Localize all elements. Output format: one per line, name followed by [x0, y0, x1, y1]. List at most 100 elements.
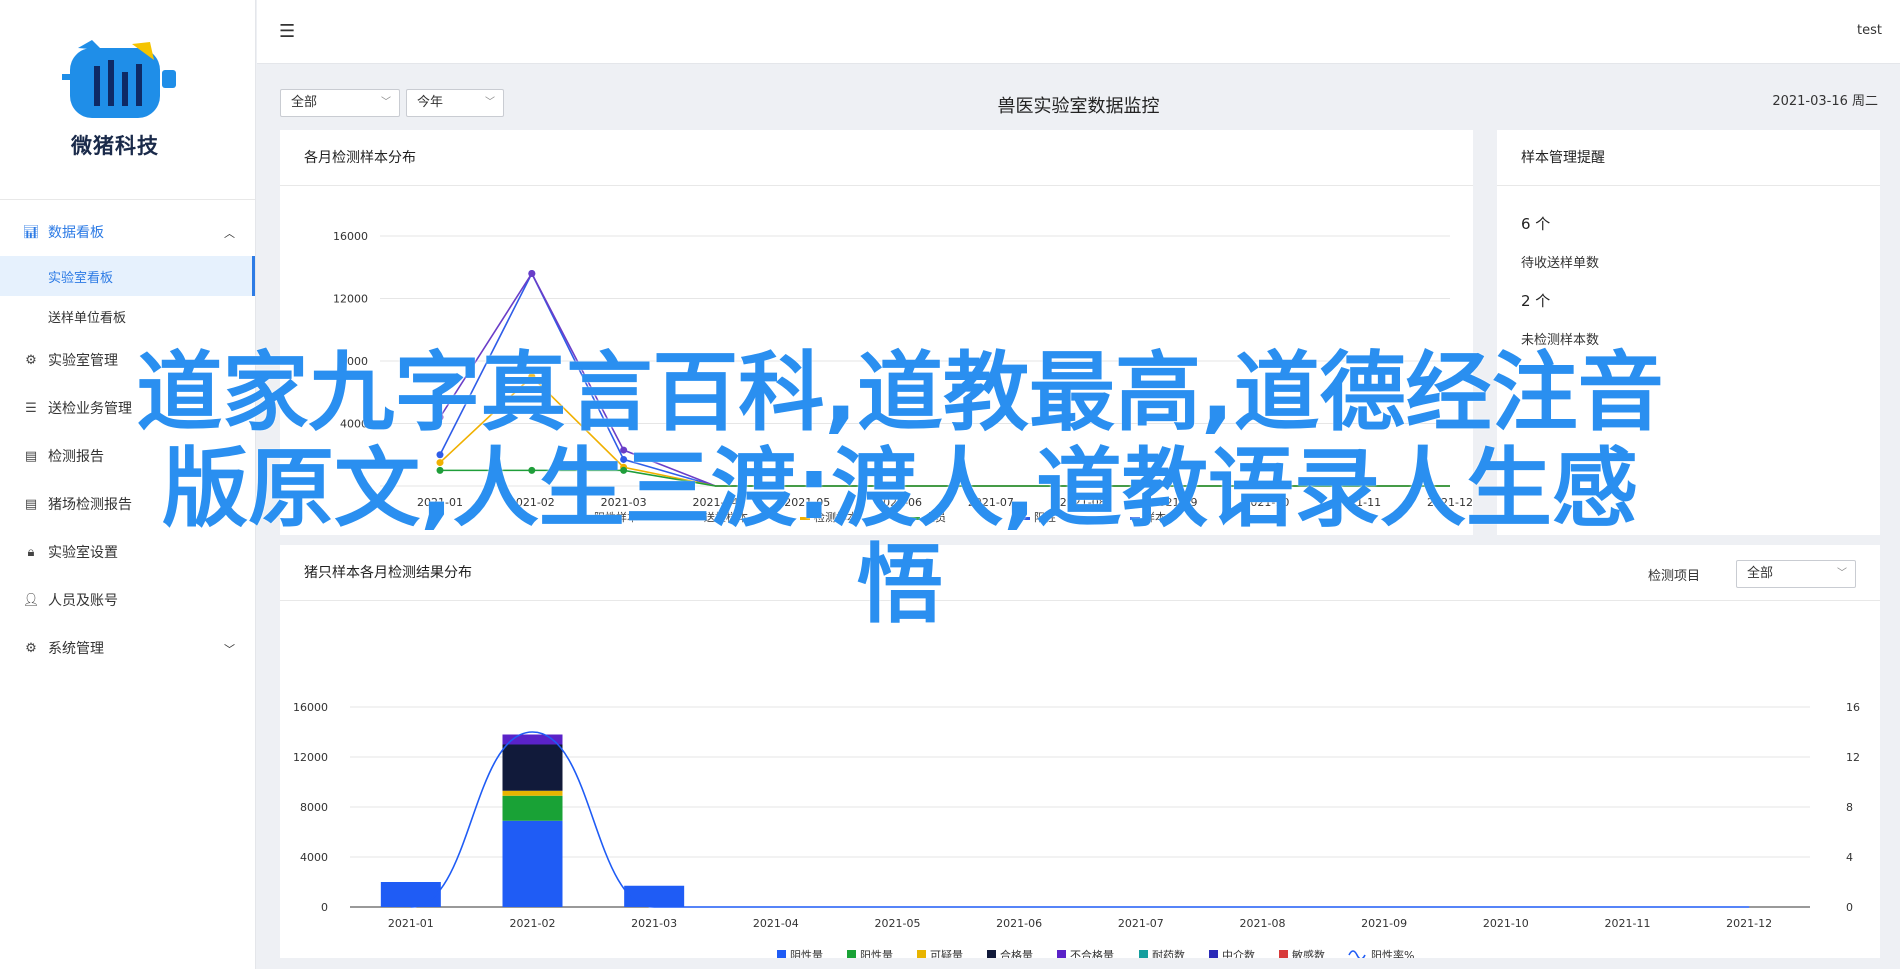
monthly-sample-panel: 各月检测样本分布 0 4000 8000 12000 16000 2021-01 2021-… — [280, 130, 1473, 535]
menu-farm-report[interactable]: ▤ 猪场检测报告 ﹀ — [0, 480, 255, 528]
legend-label: 阳性样本 — [594, 510, 638, 524]
menu-label: 系统管理 — [48, 641, 104, 657]
test-item-label: 检测项目 — [1647, 569, 1700, 584]
data-point — [528, 270, 536, 277]
x-tick-label: 2021-10 — [1243, 496, 1289, 509]
legend-label: 合格量 — [1000, 948, 1033, 958]
pending-orders-count: 6 个 — [1521, 215, 1551, 233]
legend-swatch — [580, 517, 590, 520]
legend-swatch — [1279, 950, 1288, 959]
data-point — [436, 459, 444, 467]
y-tick-label: 12000 — [293, 751, 328, 764]
untested-samples-label: 未检测样本数 — [1521, 333, 1600, 348]
menu-label: 数据看板 — [48, 225, 104, 241]
data-point — [436, 451, 444, 459]
chevron-down-icon: ﹀ — [1837, 568, 1847, 579]
panel-title: 猪只样本各月检测结果分布 — [280, 545, 1880, 601]
legend-swatch — [917, 950, 926, 959]
x-tick-label: 2021-09 — [1152, 496, 1198, 509]
menu-test-report[interactable]: ▤ 检测报告 — [0, 432, 255, 480]
x-tick-label: 2021-05 — [784, 496, 830, 509]
x-tick-label: 2021-01 — [417, 496, 463, 509]
legend-label: 检测样本 — [814, 510, 858, 524]
menu-label: 人员及账号 — [48, 593, 118, 609]
chart-icon: 📊︎ — [22, 224, 40, 240]
x-tick-label: 2021-08 — [1060, 496, 1106, 509]
data-point — [528, 466, 536, 474]
user-name[interactable]: test — [1857, 23, 1882, 38]
x-tick-label: 2021-02 — [510, 917, 556, 930]
legend-label: 样本 — [1144, 510, 1166, 524]
series-line — [440, 469, 1450, 487]
page-date: 2021-03-16 周二 — [1772, 94, 1878, 109]
sidebar-item-lab-board[interactable]: 实验室看板 — [0, 256, 255, 296]
legend-label: 人员 — [924, 511, 946, 524]
x-tick-label: 2021-01 — [388, 917, 434, 930]
monthly-sample-line-chart: 0 4000 8000 12000 16000 2021-01 2021-02 2021-03… — [333, 230, 1473, 524]
gear-icon: ⚙ — [25, 640, 37, 656]
y-tick-label: 0 — [361, 480, 368, 493]
data-point — [528, 373, 536, 381]
chevron-down-icon: ﹀ — [224, 499, 235, 512]
menu-label: 实验室设置 — [48, 545, 118, 561]
legend-swatch — [1130, 517, 1140, 520]
chevron-down-icon: ﹀ — [224, 643, 235, 656]
legend-label: 阴性量 — [790, 948, 823, 958]
user-icon: 👤︎ — [22, 592, 40, 608]
menu-users-accounts[interactable]: 👤︎ 人员及账号 — [0, 576, 255, 624]
test-item-select-value: 全部 — [1747, 566, 1774, 581]
bar-segment — [502, 790, 563, 796]
menu-system-management[interactable]: ⚙ 系统管理 ﹀ — [0, 624, 255, 672]
menu-label: 实验室管理 — [48, 353, 118, 369]
y-tick-label: 16000 — [333, 230, 368, 243]
y2-tick-label: 0 — [1846, 901, 1853, 914]
legend-swatch — [1139, 950, 1148, 959]
test-item-select[interactable]: 全部 ﹀ — [1736, 560, 1856, 588]
bar-segment — [502, 795, 563, 821]
sample-reminder-panel: 样本管理提醒 6 个 待收送样单数 2 个 未检测样本数 — [1497, 130, 1880, 535]
x-tick-label: 2021-07 — [1118, 917, 1164, 930]
gear-icon: ⚙ — [25, 352, 37, 368]
menu-lab-settings[interactable]: 🔒︎ 实验室设置 — [0, 528, 255, 576]
brand-name: 微猪科技 — [71, 134, 159, 158]
untested-samples-count: 2 个 — [1521, 292, 1551, 310]
x-tick-label: 2021-09 — [1361, 917, 1407, 930]
menu-dashboard[interactable]: 📊︎ 数据看板 ︿ — [0, 208, 255, 256]
data-point — [436, 466, 444, 474]
bar-segment — [502, 744, 563, 791]
legend-swatch — [800, 517, 810, 520]
data-point — [436, 413, 444, 421]
data-point — [620, 466, 628, 474]
x-tick-label: 2021-07 — [968, 496, 1014, 509]
legend-label: 中介数 — [1222, 949, 1255, 958]
menu-toggle-icon[interactable]: ☰ — [279, 22, 299, 42]
menu-lab-management[interactable]: ⚙ 实验室管理 — [0, 336, 255, 384]
sidebar-item-sender-board[interactable]: 送样单位看板 — [0, 296, 255, 336]
logo-area: 微猪科技 — [0, 0, 255, 200]
legend-label: 耐药数 — [1152, 949, 1185, 958]
panel-title: 各月检测样本分布 — [280, 130, 1473, 186]
pending-orders-label: 待收送样单数 — [1521, 256, 1600, 271]
x-tick-label: 2021-06 — [876, 496, 922, 509]
legend-label: 阳性率% — [1371, 948, 1414, 958]
chevron-up-icon: ︿ — [224, 227, 235, 240]
x-tick-label: 2021-03 — [631, 917, 677, 930]
y-tick-label: 12000 — [333, 293, 368, 306]
menu-label: 检测报告 — [48, 449, 104, 465]
menu-submission-management[interactable]: ☰ 送检业务管理 — [0, 384, 255, 432]
sidebar: 微猪科技 📊︎ 数据看板 ︿ 实验室看板 送样单位看板 ⚙ 实验室管理 ☰ 送检… — [0, 0, 256, 969]
top-bar: ☰ test — [257, 0, 1900, 64]
x-tick-label: 2021-03 — [601, 496, 647, 509]
doc-icon: ▤ — [24, 496, 38, 512]
bar-segment — [502, 820, 563, 907]
y-tick-label: 8000 — [340, 355, 368, 368]
y2-tick-label: 8 — [1846, 801, 1853, 814]
y2-tick-label: 12 — [1846, 751, 1860, 764]
menu-label: 送检业务管理 — [48, 401, 132, 417]
y-tick-label: 4000 — [340, 418, 368, 431]
y-tick-label: 8000 — [300, 801, 328, 814]
legend-swatch — [847, 950, 856, 959]
legend-line-swatch — [1348, 950, 1366, 960]
x-tick-label: 2021-12 — [1427, 496, 1473, 509]
data-point — [620, 446, 628, 454]
